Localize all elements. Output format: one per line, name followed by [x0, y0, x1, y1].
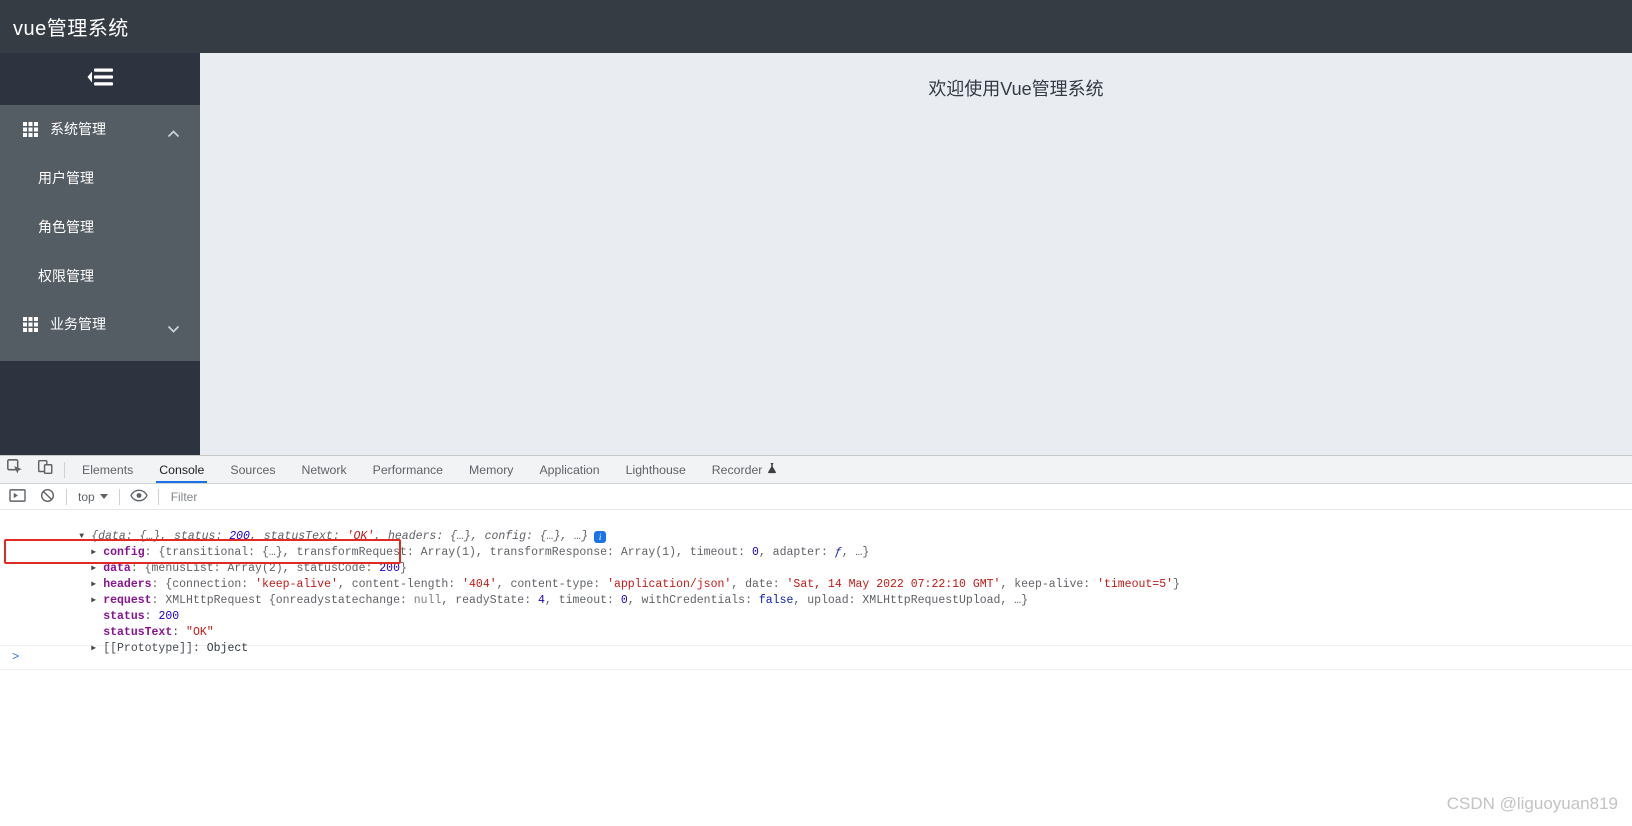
- expander-closed-icon[interactable]: ▶: [91, 561, 103, 577]
- devtools-tabbar: Elements Console Sources Network Perform…: [0, 456, 1632, 484]
- expander-open-icon[interactable]: ▼: [79, 529, 91, 545]
- console-line-preview: ▼ {data: {…}, status: 200, statusText: 'O…: [0, 513, 1632, 543]
- expander-closed-icon[interactable]: ▶: [91, 577, 103, 593]
- console-line-prototype: ▶ [[Prototype]]: Object: [91, 642, 249, 655]
- chevron-down-icon: [167, 320, 180, 333]
- experiment-flask-icon: [767, 462, 777, 477]
- console-output: ▼ {data: {…}, status: 200, statusText: 'O…: [0, 510, 1632, 670]
- toolbar-separator: [64, 461, 65, 478]
- chevron-up-icon: [167, 125, 180, 138]
- tab-label: Lighthouse: [625, 462, 686, 477]
- tab-label: Memory: [469, 462, 514, 477]
- tab-label: Elements: [82, 462, 134, 477]
- watermark: CSDN @liguoyuan819: [1446, 794, 1618, 813]
- clear-console-icon: [40, 488, 55, 506]
- clear-console-button[interactable]: [32, 488, 62, 506]
- console-message-group: ▼ {data: {…}, status: 200, statusText: 'O…: [0, 513, 1632, 655]
- sidebar-item-label: 权限管理: [38, 267, 94, 284]
- inspect-cursor-icon: [6, 458, 24, 481]
- sidebar-item-permissions[interactable]: 权限管理: [0, 251, 200, 300]
- grid-menu-icon: [23, 316, 38, 332]
- tab-label: Performance: [372, 462, 444, 477]
- expander-closed-icon[interactable]: ▶: [91, 593, 103, 609]
- toolbar-separator: [118, 488, 120, 505]
- sidebar-collapse-button[interactable]: [0, 53, 200, 105]
- expander-closed-icon[interactable]: ▶: [91, 641, 103, 657]
- tab-recorder[interactable]: Recorder: [699, 456, 791, 483]
- dropdown-caret-icon: [99, 494, 108, 499]
- prompt-chevron-icon: >: [12, 650, 20, 664]
- toolbar-separator: [157, 488, 159, 505]
- console-sidebar-button[interactable]: [2, 488, 32, 506]
- console-line-statustext: statusText: "OK": [103, 626, 214, 639]
- sidebar-group-label: 系统管理: [50, 121, 106, 137]
- sidebar-item-label: 角色管理: [38, 218, 94, 235]
- tab-label: Console: [159, 462, 205, 477]
- context-selector-label: top: [78, 489, 95, 504]
- menu-fold-icon: [87, 66, 114, 93]
- tab-label: Sources: [230, 462, 276, 477]
- tab-performance[interactable]: Performance: [360, 456, 456, 483]
- console-filter-input[interactable]: [170, 489, 471, 504]
- sidebar-item-roles[interactable]: 角色管理: [0, 202, 200, 251]
- console-sidebar-icon: [8, 488, 26, 506]
- devtools-panel: Elements Console Sources Network Perform…: [0, 455, 1632, 826]
- device-toolbar-icon: [36, 458, 54, 481]
- sidebar-item-users[interactable]: 用户管理: [0, 153, 200, 202]
- sidebar-group-label: 业务管理: [50, 316, 106, 332]
- tab-label: Application: [539, 462, 600, 477]
- tab-lighthouse[interactable]: Lighthouse: [613, 456, 699, 483]
- tab-network[interactable]: Network: [289, 456, 360, 483]
- grid-menu-icon: [23, 121, 38, 137]
- device-toolbar-button[interactable]: [30, 456, 60, 483]
- sidebar-group-business[interactable]: 业务管理: [0, 300, 200, 348]
- tab-label: Recorder: [711, 462, 763, 477]
- tab-label: Network: [301, 462, 347, 477]
- eye-icon: [129, 489, 148, 505]
- toolbar-separator: [66, 488, 67, 505]
- inspect-element-button[interactable]: [0, 456, 30, 483]
- sidebar-group-system[interactable]: 系统管理: [0, 105, 200, 153]
- sidebar: 系统管理 用户管理 角色管理 权限管理 业务管理: [0, 53, 200, 455]
- tab-console[interactable]: Console: [146, 456, 217, 483]
- console-toolbar: top: [0, 484, 1632, 510]
- sidebar-item-label: 用户管理: [38, 169, 94, 186]
- tab-memory[interactable]: Memory: [456, 456, 526, 483]
- app-title: vue管理系统: [13, 18, 129, 40]
- app-header: vue管理系统: [0, 0, 1632, 53]
- welcome-text: 欢迎使用Vue管理系统: [928, 79, 1104, 99]
- tab-elements[interactable]: Elements: [69, 456, 146, 483]
- tab-application[interactable]: Application: [526, 456, 612, 483]
- sidebar-menu: 系统管理 用户管理 角色管理 权限管理 业务管理: [0, 105, 200, 361]
- tab-sources[interactable]: Sources: [217, 456, 288, 483]
- live-expression-button[interactable]: [124, 489, 154, 505]
- context-selector[interactable]: top: [71, 490, 115, 504]
- main-content: 欢迎使用Vue管理系统: [200, 53, 1632, 455]
- page-body: 系统管理 用户管理 角色管理 权限管理 业务管理 欢迎使用Vue管理系统: [0, 53, 1632, 455]
- info-icon: i: [594, 531, 607, 543]
- expander-closed-icon[interactable]: ▶: [91, 545, 103, 561]
